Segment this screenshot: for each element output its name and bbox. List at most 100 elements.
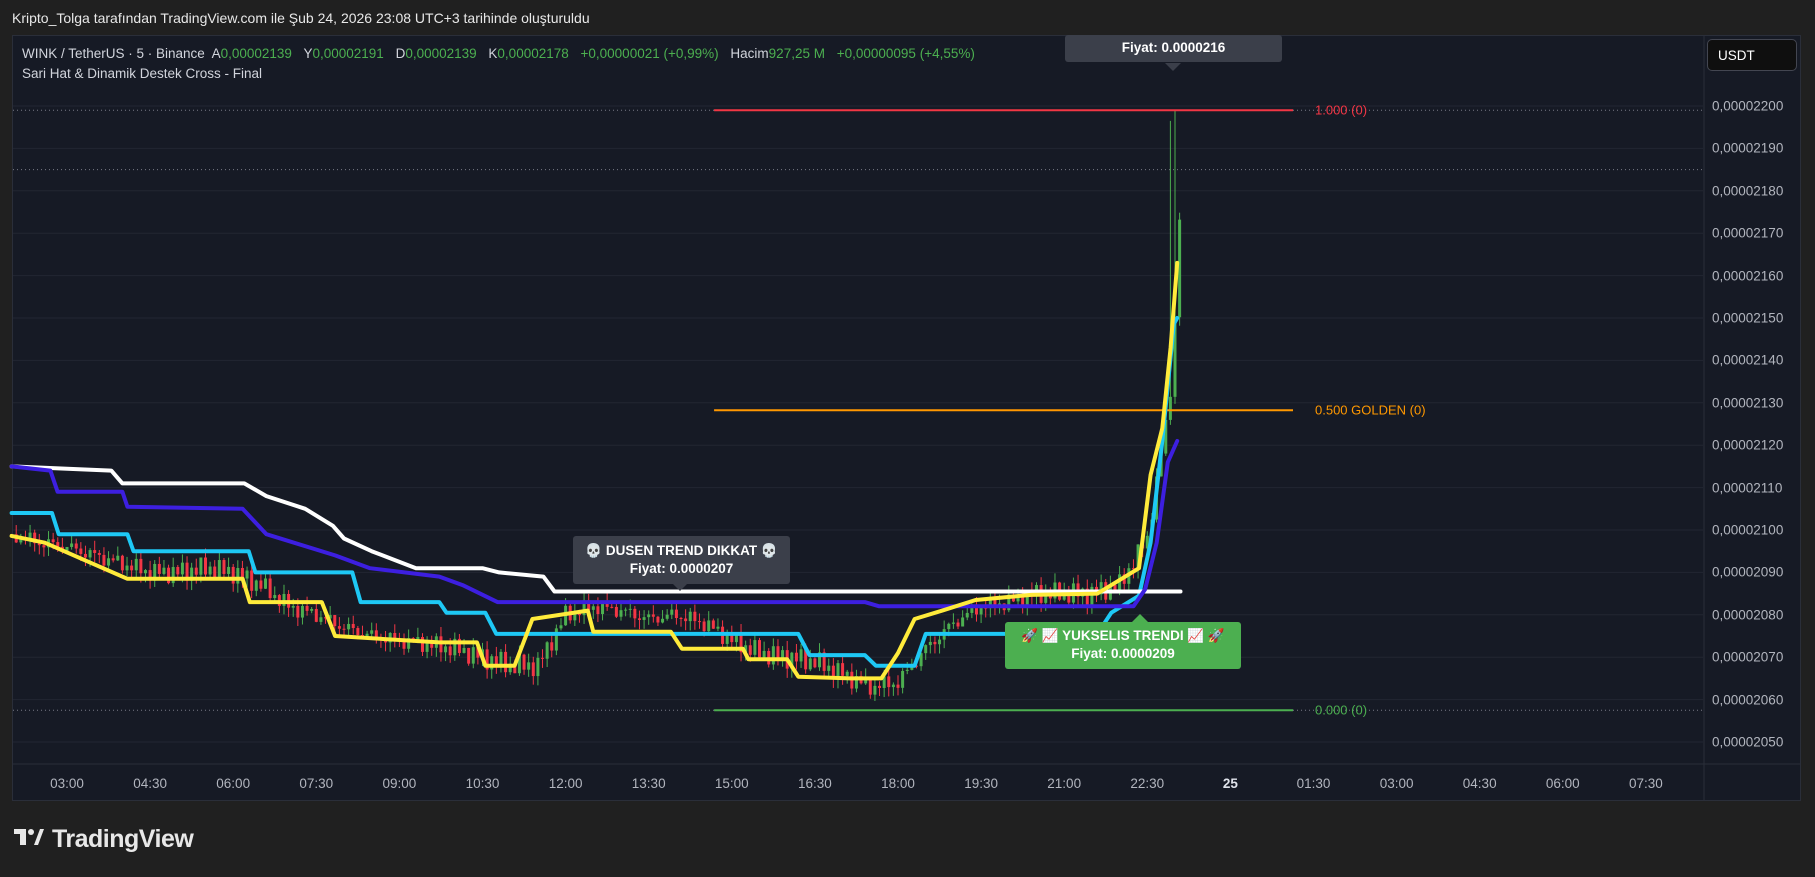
candle-body <box>591 606 595 610</box>
candle-body <box>342 628 346 630</box>
candle-body <box>550 642 554 651</box>
candle-body <box>337 626 341 629</box>
time-tick-label: 01:30 <box>1296 776 1331 791</box>
candle-body <box>264 578 268 589</box>
candle-body <box>896 684 900 688</box>
candle-body <box>845 671 849 676</box>
candle-body <box>559 625 563 629</box>
candle-body <box>684 618 688 622</box>
candle-body <box>771 646 775 665</box>
time-tick-label: 25 <box>1222 776 1238 791</box>
symbol-name[interactable]: WINK / TetherUS · 5 · Binance <box>22 46 205 61</box>
price-tick-label: 0,00002170 <box>1712 225 1784 241</box>
candle-body <box>531 662 535 677</box>
candle-body <box>130 565 134 571</box>
candle-body <box>356 628 360 636</box>
candle-body <box>70 543 74 547</box>
candle-body <box>347 623 351 630</box>
candle-body <box>637 618 641 620</box>
candle-body <box>794 652 798 662</box>
candle-body <box>933 641 937 645</box>
candle-body <box>610 606 614 608</box>
cyan-indicator-line <box>9 316 1180 668</box>
candle-body <box>725 634 729 644</box>
candle-body <box>143 570 147 574</box>
candle-body <box>827 665 831 671</box>
time-tick-label: 09:00 <box>382 776 417 791</box>
candle-body <box>1168 396 1172 420</box>
candle-body <box>300 605 304 618</box>
candle-body <box>841 663 845 676</box>
candle-body <box>111 558 115 561</box>
open-label: A <box>211 46 221 61</box>
uptrend-label: 🚀 📈 YUKSELIS TRENDI 📈 🚀 Fiyat: 0.0000209 <box>1005 614 1241 669</box>
candle-body <box>928 641 932 646</box>
time-tick-label: 22:30 <box>1130 776 1165 791</box>
candle-body <box>633 608 637 619</box>
tradingview-logo-icon <box>14 825 44 854</box>
candle-body <box>545 642 549 659</box>
candle-body <box>222 560 226 574</box>
candle-body <box>425 643 429 652</box>
candle-body <box>199 557 203 575</box>
candle-body <box>702 621 706 632</box>
candle-body <box>291 605 295 608</box>
candle-body <box>799 649 803 662</box>
candle-body <box>901 670 905 688</box>
candle-body <box>231 566 235 584</box>
candle-body <box>905 669 909 671</box>
candle-body <box>716 626 720 629</box>
candle-body <box>753 640 757 655</box>
candle-body <box>665 614 669 619</box>
price-tick-label: 0,00002120 <box>1712 437 1784 453</box>
volume-change-value: +0,00000095 (+4,55%) <box>836 46 975 61</box>
time-tick-label: 06:00 <box>216 776 251 791</box>
time-tick-label: 13:30 <box>631 776 666 791</box>
candle-body <box>139 558 143 574</box>
time-tick-label: 03:00 <box>1379 776 1414 791</box>
low-label: D <box>395 46 406 61</box>
candle-body <box>554 628 558 651</box>
candle-body <box>938 639 942 645</box>
candle-body <box>134 558 138 571</box>
candle-body <box>319 617 323 622</box>
candle-body <box>619 610 623 617</box>
time-tick-label: 04:30 <box>133 776 167 791</box>
candle-body <box>420 637 424 652</box>
candle-body <box>125 565 129 571</box>
fibonacci-lines <box>714 109 1294 712</box>
price-tick-label: 0,00002110 <box>1712 480 1783 496</box>
fib-level-label: 0.000 (0) <box>1315 702 1368 718</box>
candle-body <box>194 567 198 575</box>
currency-button[interactable]: USDT <box>1707 39 1797 71</box>
candle-body <box>162 567 166 574</box>
candle-body <box>467 647 471 664</box>
candle-body <box>351 623 355 629</box>
fib-level-label: 0.500 GOLDEN (0) <box>1315 402 1426 418</box>
candle-body <box>688 611 692 622</box>
candle-body <box>873 685 877 695</box>
candle-body <box>808 658 812 670</box>
candle-body <box>120 555 124 571</box>
price-tick-label: 0,00002150 <box>1712 310 1784 326</box>
price-tick-label: 0,00002060 <box>1712 692 1784 708</box>
tradingview-logo[interactable]: TradingView <box>14 825 194 854</box>
time-tick-label: 07:30 <box>1628 776 1663 791</box>
candle-body <box>51 539 55 543</box>
candle-body <box>268 578 272 599</box>
candle-body <box>628 608 632 610</box>
candle-body <box>310 608 314 611</box>
candle-body <box>781 650 785 659</box>
candle-body <box>541 657 545 659</box>
candle-body <box>674 609 678 618</box>
indicator-lines <box>9 260 1183 681</box>
indicator-name[interactable]: Sari Hat & Dinamik Destek Cross - Final <box>22 66 262 81</box>
time-tick-label: 18:00 <box>881 776 915 791</box>
candle-body <box>624 609 628 611</box>
price-tick-label: 0,00002130 <box>1712 395 1784 411</box>
candle-body <box>236 568 240 584</box>
candle-body <box>956 622 960 627</box>
candle-body <box>522 654 526 670</box>
time-tick-label: 16:30 <box>797 776 832 791</box>
candle-body <box>314 608 318 622</box>
